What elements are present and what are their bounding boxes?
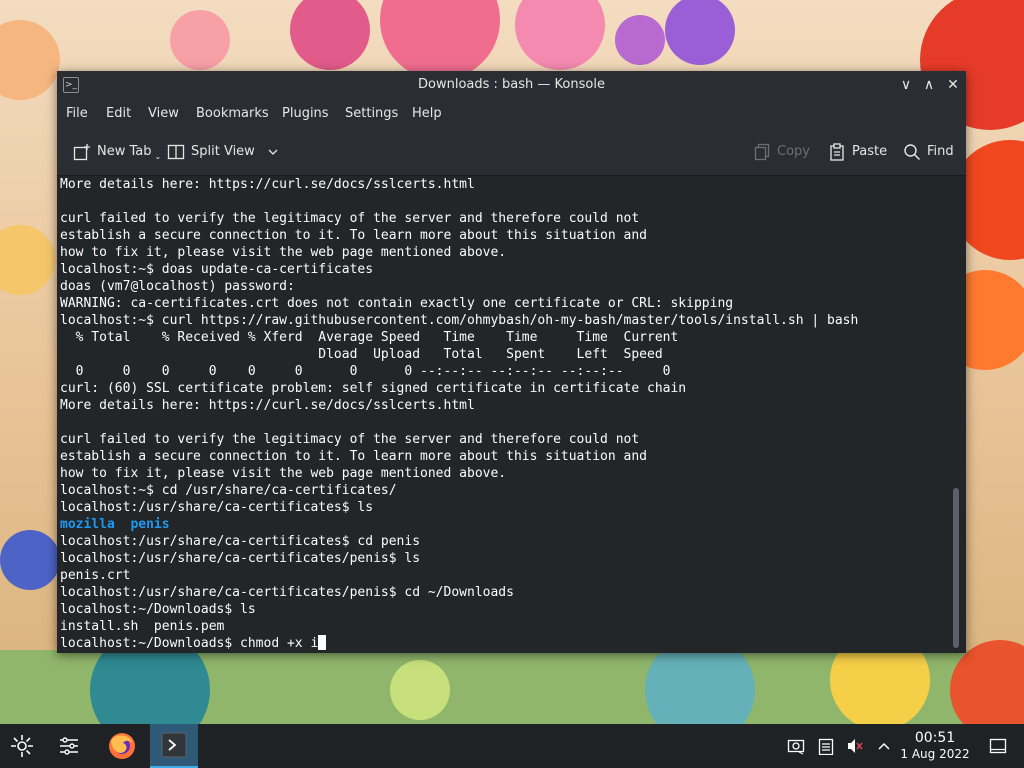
terminal-line: curl: (60) SSL certificate problem: self… — [60, 381, 687, 396]
volume-muted-icon — [848, 739, 863, 753]
menu-edit[interactable]: Edit — [106, 99, 131, 129]
terminal-line: penis.crt — [60, 568, 131, 583]
taskbar-konsole[interactable] — [150, 724, 198, 768]
menu-view[interactable]: View — [148, 99, 179, 129]
menu-plugins[interactable]: Plugins — [282, 99, 329, 129]
maximize-icon[interactable]: ∧ — [919, 75, 939, 95]
find-button[interactable]: Find — [903, 141, 954, 163]
new-tab-dropdown-icon[interactable]: ⌄ — [155, 146, 162, 168]
terminal-line: localhost:~/Downloads$ ls — [60, 602, 256, 617]
terminal-line: localhost:/usr/share/ca-certificates$ cd… — [60, 534, 421, 549]
menu-help[interactable]: Help — [412, 99, 442, 129]
terminal-line: localhost:~$ doas update-ca-certificates — [60, 262, 374, 277]
clock-time: 00:51 — [914, 730, 956, 746]
find-label: Find — [927, 144, 954, 159]
konsole-window: >_ Downloads : bash — Konsole ∨ ∧ ✕ File… — [57, 71, 966, 653]
kde-launcher-button[interactable] — [0, 724, 44, 768]
terminal-scrollbar[interactable] — [953, 180, 959, 648]
taskbar: 00:51 1 Aug 2022 — [0, 724, 1024, 768]
new-tab-button[interactable]: New Tab ⌄ — [73, 141, 161, 163]
main-toolbar: New Tab ⌄ Split View Copy Paste Find — [57, 129, 966, 176]
paste-icon — [830, 143, 844, 161]
terminal-line: WARNING: ca-certificates.crt does not co… — [60, 296, 734, 311]
clipboard-icon — [818, 738, 834, 755]
split-view-icon — [167, 144, 185, 160]
terminal-line: localhost:/usr/share/ca-certificates/pen… — [60, 551, 421, 566]
overview-button[interactable] — [47, 724, 91, 768]
terminal-cursor — [318, 635, 327, 650]
taskbar-firefox[interactable] — [100, 724, 144, 768]
terminal-line: localhost:/usr/share/ca-certificates/pen… — [60, 585, 514, 600]
new-tab-icon — [73, 144, 90, 161]
window-title: Downloads : bash — Konsole — [418, 77, 605, 92]
terminal-prompt-text: localhost:~/Downloads$ chmod +x i — [60, 636, 319, 651]
menu-bookmarks[interactable]: Bookmarks — [196, 99, 269, 129]
close-icon[interactable]: ✕ — [943, 75, 963, 95]
terminal-line: localhost:~$ cd /usr/share/ca-certificat… — [60, 483, 397, 498]
show-desktop-icon — [989, 738, 1007, 754]
window-titlebar[interactable]: >_ Downloads : bash — Konsole ∨ ∧ ✕ — [57, 71, 966, 99]
terminal-prompt-line[interactable]: localhost:~/Downloads$ chmod +x i — [60, 635, 945, 652]
terminal-line: 0 0 0 0 0 0 0 0 --:--:-- --:--:-- --:--:… — [60, 364, 671, 379]
chevron-down-icon[interactable] — [267, 146, 279, 158]
terminal-line: doas (vm7@localhost) password: — [60, 279, 295, 294]
terminal-line: establish a secure connection to it. To … — [60, 228, 647, 243]
terminal-line: how to fix it, please visit the web page… — [60, 466, 507, 481]
terminal-dir-listing: mozilla penis — [60, 517, 170, 532]
split-view-label: Split View — [191, 144, 255, 159]
copy-button[interactable]: Copy — [753, 141, 810, 163]
clock-date: 1 Aug 2022 — [900, 747, 970, 761]
scrollbar-thumb[interactable] — [953, 488, 959, 648]
overview-icon — [60, 737, 78, 755]
screenshot-tray-button[interactable] — [786, 736, 806, 756]
terminal-line: how to fix it, please visit the web page… — [60, 245, 507, 260]
terminal-line: Dload Upload Total Spent Left Speed — [60, 347, 663, 362]
menu-file[interactable]: File — [66, 99, 88, 129]
search-icon — [904, 144, 921, 161]
terminal-line: curl failed to verify the legitimacy of … — [60, 211, 640, 226]
menu-bar: File Edit View Bookmarks Plugins Setting… — [57, 99, 966, 129]
copy-label: Copy — [777, 144, 810, 159]
split-view-button[interactable]: Split View — [167, 141, 279, 163]
tray-expand-button[interactable] — [874, 736, 894, 756]
terminal-line: More details here: https://curl.se/docs/… — [60, 177, 475, 192]
terminal-line: localhost:~$ curl https://raw.githubuser… — [60, 313, 859, 328]
terminal-output: More details here: https://curl.se/docs/… — [60, 176, 945, 652]
menu-settings[interactable]: Settings — [345, 99, 398, 129]
terminal-line: % Total % Received % Xferd Average Speed… — [60, 330, 679, 345]
firefox-icon — [109, 733, 135, 759]
screenshot-icon — [787, 739, 805, 755]
terminal-line: install.sh penis.pem — [60, 619, 225, 634]
show-desktop-button[interactable] — [988, 736, 1008, 756]
digital-clock[interactable]: 00:51 1 Aug 2022 — [900, 730, 970, 762]
paste-button[interactable]: Paste — [828, 141, 887, 163]
kde-launcher-icon — [11, 735, 33, 757]
terminal-view[interactable]: More details here: https://curl.se/docs/… — [57, 176, 966, 653]
volume-tray-button[interactable] — [845, 736, 865, 756]
minimize-icon[interactable]: ∨ — [896, 75, 916, 95]
terminal-line: establish a secure connection to it. To … — [60, 449, 647, 464]
new-tab-label: New Tab — [97, 144, 152, 159]
paste-label: Paste — [852, 144, 888, 159]
terminal-line: localhost:/usr/share/ca-certificates$ ls — [60, 500, 374, 515]
terminal-line: curl failed to verify the legitimacy of … — [60, 432, 640, 447]
copy-icon — [754, 143, 770, 161]
clipboard-tray-button[interactable] — [816, 736, 836, 756]
konsole-icon — [161, 732, 187, 758]
terminal-line: More details here: https://curl.se/docs/… — [60, 398, 475, 413]
tray-expand-icon — [878, 742, 890, 750]
